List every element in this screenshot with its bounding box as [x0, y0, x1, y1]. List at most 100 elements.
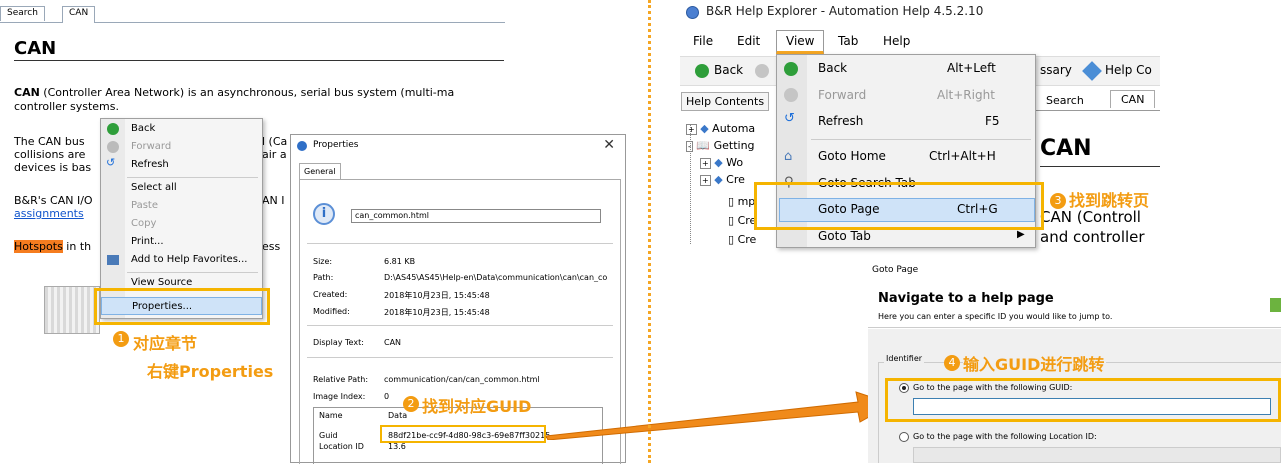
- menu-view[interactable]: View: [776, 30, 825, 54]
- highlight-guid-input: [885, 378, 1281, 422]
- view-forward[interactable]: Forward: [818, 88, 866, 102]
- general-tab[interactable]: General: [299, 163, 341, 179]
- view-refresh[interactable]: Refresh: [818, 114, 863, 128]
- goto-window-title: Goto Page: [872, 265, 919, 275]
- filename-field[interactable]: can_common.html: [351, 209, 601, 223]
- right-tab-search[interactable]: Search: [1040, 92, 1090, 109]
- goto-heading: Navigate to a help page: [878, 291, 1054, 306]
- app-title: B&R Help Explorer - Automation Help 4.5.…: [706, 4, 984, 18]
- menu-help[interactable]: Help: [883, 34, 910, 48]
- goto-arrow-icon: [1270, 298, 1281, 312]
- menu-paste[interactable]: Paste: [101, 197, 262, 215]
- tree-item-label: Cre: [726, 173, 745, 186]
- view-goto-home[interactable]: Goto Home: [818, 149, 886, 163]
- menu-separator: [811, 139, 1031, 140]
- location-value: 13.6: [388, 442, 406, 451]
- guid-label: Guid: [319, 431, 338, 440]
- modified-label: Modified:: [313, 307, 350, 316]
- step-3-label: 找到跳转页: [1069, 191, 1150, 210]
- app-help-icon: [686, 6, 699, 19]
- menu-back[interactable]: Back: [101, 120, 262, 138]
- goto-subtitle: Here you can enter a specific ID you wou…: [878, 312, 1113, 321]
- menu-refresh[interactable]: Refresh: [101, 156, 262, 174]
- relpath-label: Relative Path:: [313, 375, 369, 384]
- menu-select-all[interactable]: Select all: [101, 179, 262, 197]
- submenu-arrow-icon: ▶: [1017, 229, 1025, 240]
- tree-item[interactable]: + ◆ Cre: [700, 173, 745, 186]
- step-4-label: 输入GUID进行跳转: [963, 351, 1107, 375]
- right-title-underline: [1040, 166, 1160, 167]
- separator: [307, 357, 613, 358]
- panel-divider: [648, 0, 651, 463]
- home-icon: ⌂: [784, 149, 793, 164]
- para1-line2: controller systems.: [14, 100, 119, 113]
- path-value: D:\AS45\AS45\Help-en\Data\communication\…: [384, 273, 608, 282]
- right-tab-can[interactable]: CAN: [1110, 90, 1156, 108]
- created-value: 2018年10月23日, 15:45:48: [384, 291, 490, 300]
- tree-item[interactable]: ▯ Cre: [728, 233, 756, 246]
- col-name: Name: [319, 411, 343, 420]
- hotspots-line: Hotspots in th: [14, 240, 91, 253]
- properties-title: Properties: [313, 140, 359, 150]
- toolbar-glossary[interactable]: ssary: [1040, 63, 1072, 77]
- index-value: 0: [384, 392, 390, 401]
- tab-search[interactable]: Search: [0, 6, 45, 21]
- menu-file[interactable]: File: [693, 34, 713, 48]
- menu-add-favorites[interactable]: Add to Help Favorites...: [101, 251, 262, 269]
- right-page-title: CAN: [1040, 136, 1092, 161]
- tree-item[interactable]: ▯ Cre: [728, 214, 756, 227]
- col-data: Data: [388, 411, 408, 420]
- size-label: Size:: [313, 257, 333, 266]
- toolbar-forward-icon: [755, 64, 769, 78]
- para2-b: collisions are: [14, 148, 86, 161]
- highlight-guid: [380, 425, 546, 443]
- location-input[interactable]: [913, 447, 1281, 463]
- guid-arrow: [545, 391, 894, 440]
- tree-item-label: Automa: [712, 122, 756, 135]
- tab-can[interactable]: CAN: [62, 6, 96, 23]
- para3-a: B&R's CAN I/O: [14, 194, 93, 207]
- location-option-label[interactable]: Go to the page with the following Locati…: [913, 432, 1097, 441]
- menu-print[interactable]: Print...: [101, 233, 262, 251]
- close-icon[interactable]: ✕: [603, 137, 615, 153]
- para2-c: devices is bas: [14, 161, 92, 174]
- tree-item[interactable]: - 📖 Getting: [686, 139, 755, 152]
- location-label: Location ID: [319, 442, 364, 451]
- para1-text: (Controller Area Network) is an asynchro…: [39, 86, 455, 99]
- display-label: Display Text:: [313, 338, 364, 347]
- step-2-badge: 2: [403, 396, 419, 412]
- highlight-properties: [94, 288, 270, 325]
- menu-edit[interactable]: Edit: [737, 34, 760, 48]
- view-goto-tab[interactable]: Goto Tab: [818, 229, 871, 243]
- step-2-label: 找到对应GUID: [422, 397, 532, 416]
- tree-item-label: Getting: [713, 139, 755, 152]
- toolbar-help-contents[interactable]: Help Co: [1105, 63, 1152, 77]
- toolbar-back-icon: [695, 64, 709, 78]
- view-back[interactable]: Back: [818, 61, 847, 75]
- menu-forward[interactable]: Forward: [101, 138, 262, 156]
- menu-copy[interactable]: Copy: [101, 215, 262, 233]
- step-1-label-2: 右键Properties: [147, 362, 274, 381]
- tree-item[interactable]: + ◆ Wo: [700, 156, 743, 169]
- relpath-value: communication/can/can_common.html: [384, 375, 540, 384]
- para1-bold: CAN: [14, 86, 40, 99]
- tree-item[interactable]: + ◆ Automa: [686, 122, 755, 135]
- help-contents-tab[interactable]: Help Contents: [681, 92, 770, 111]
- right-can-text2: and controller: [1040, 228, 1145, 246]
- highlight-goto-page: [754, 182, 1044, 230]
- arrow-shape: [545, 391, 894, 440]
- menu-tab[interactable]: Tab: [838, 34, 858, 48]
- hotspots-rest: in th: [62, 240, 92, 253]
- refresh-icon: ↺: [784, 111, 795, 126]
- tree-item[interactable]: ▯ mp: [728, 195, 755, 208]
- toolbar-back[interactable]: Back: [714, 63, 743, 77]
- tree-item-label: mp: [737, 195, 756, 208]
- step-3-badge: 3: [1050, 193, 1066, 209]
- back-icon: [784, 62, 798, 76]
- forward-icon: [784, 88, 798, 102]
- para3-link[interactable]: assignments: [14, 207, 84, 220]
- para3-r: AN I: [262, 194, 285, 207]
- view-refresh-shortcut: F5: [985, 114, 1000, 128]
- location-radio[interactable]: [899, 432, 909, 442]
- path-label: Path:: [313, 273, 334, 282]
